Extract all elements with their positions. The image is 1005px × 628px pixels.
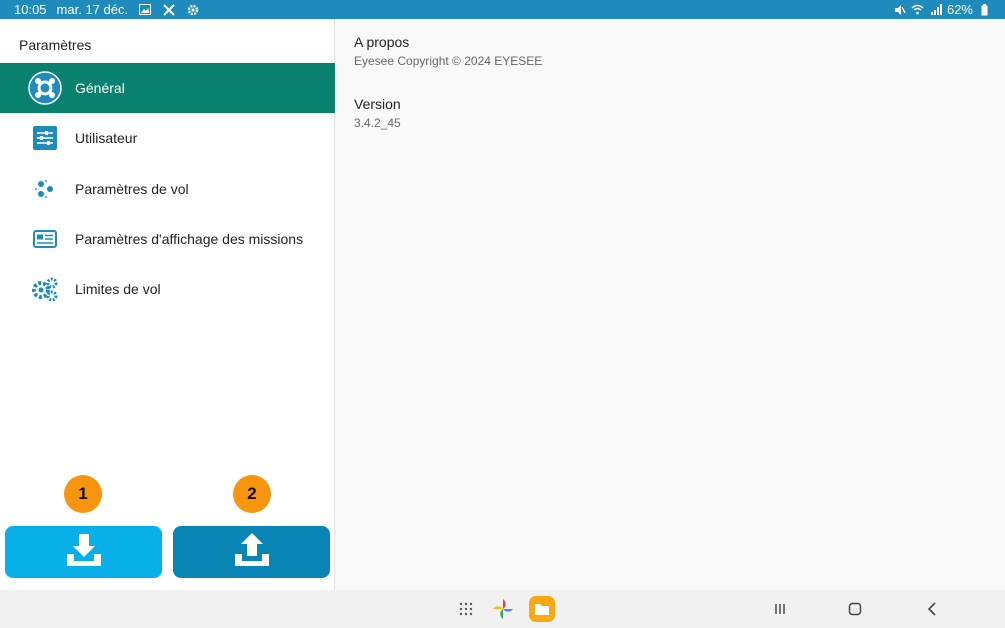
sidebar-item-general[interactable]: Général — [0, 63, 335, 114]
status-date: mar. 17 déc. — [56, 2, 129, 17]
mute-icon — [893, 3, 907, 17]
version-text: 3.4.2_45 — [354, 116, 401, 130]
system-nav-bar — [0, 590, 1005, 628]
wifi-icon — [911, 3, 925, 17]
sidebar-title: Paramètres — [19, 37, 92, 53]
signal-icon — [929, 3, 943, 17]
battery-icon — [977, 3, 991, 17]
sidebar-item-mission-display[interactable]: Paramètres d'affichage des missions — [0, 214, 335, 264]
upload-step-badge: 2 — [233, 475, 271, 513]
upload-button[interactable] — [173, 526, 330, 578]
sidebar-item-label: Utilisateur — [75, 130, 138, 147]
recents-icon[interactable] — [768, 598, 792, 620]
about-text: Eyesee Copyright © 2024 EYESEE — [354, 54, 543, 68]
flight-limits-gears-icon — [27, 271, 63, 307]
tools-icon — [162, 3, 176, 17]
settings-menu: Général Utilisateur Paramètres de vol Pa… — [0, 63, 335, 314]
home-icon[interactable] — [843, 598, 867, 620]
status-bar: 10:05 mar. 17 déc. 62% — [0, 0, 1005, 19]
status-time: 10:05 — [14, 2, 47, 17]
mission-display-icon — [27, 221, 63, 257]
sidebar-item-label: Limites de vol — [75, 281, 161, 298]
sidebar-item-label: Paramètres d'affichage des missions — [75, 231, 304, 248]
version-title: Version — [354, 96, 401, 112]
general-settings-panel: A propos Eyesee Copyright © 2024 EYESEE … — [336, 19, 1005, 590]
gallery-icon — [138, 3, 152, 17]
settings-sidebar: Paramètres Général Utilisateur Paramètre… — [0, 19, 335, 590]
sidebar-item-flight-params[interactable]: Paramètres de vol — [0, 164, 335, 214]
sidebar-item-label: Paramètres de vol — [75, 180, 189, 197]
download-icon — [65, 532, 103, 573]
user-sliders-icon — [27, 120, 63, 156]
sidebar-item-user[interactable]: Utilisateur — [0, 113, 335, 163]
general-icon — [27, 70, 63, 106]
apps-grid-icon[interactable] — [454, 598, 478, 620]
sidebar-item-flight-limits[interactable]: Limites de vol — [0, 264, 335, 314]
about-title: A propos — [354, 34, 410, 50]
upload-icon — [233, 532, 271, 573]
download-step-badge: 1 — [64, 475, 102, 513]
settings-icon — [186, 3, 200, 17]
download-button[interactable] — [5, 526, 162, 578]
sidebar-item-label: Général — [75, 80, 125, 97]
about-section: A propos Eyesee Copyright © 2024 EYESEE — [354, 34, 542, 68]
flight-params-icon — [27, 171, 63, 207]
photos-app-icon[interactable] — [491, 598, 515, 620]
version-section: Version 3.4.2_45 — [354, 96, 401, 130]
battery-percent: 62% — [946, 2, 973, 17]
files-app-icon[interactable] — [529, 596, 555, 622]
back-icon[interactable] — [920, 598, 944, 620]
